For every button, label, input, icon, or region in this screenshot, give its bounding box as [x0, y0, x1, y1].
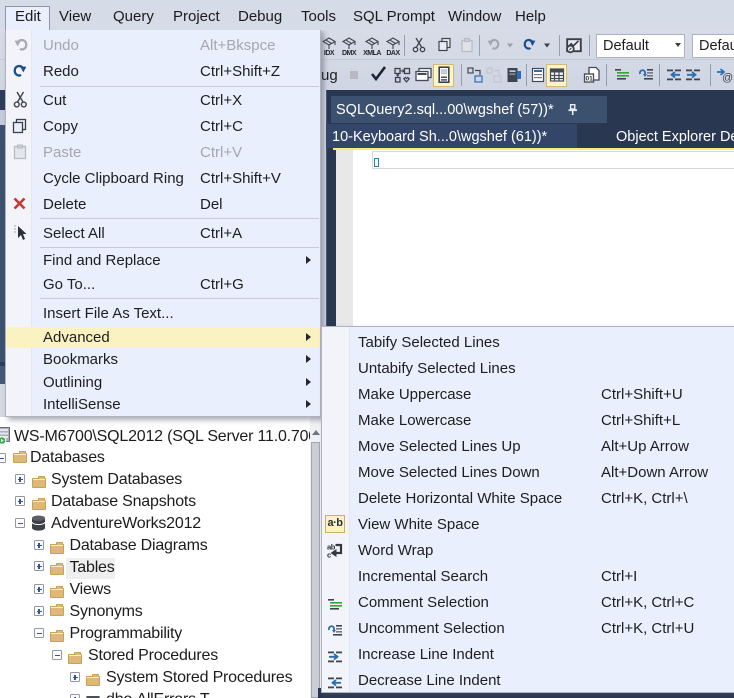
svg-text:XMLA: XMLA — [363, 50, 381, 57]
svg-text:IDX: IDX — [324, 50, 335, 57]
svg-text:01: 01 — [586, 76, 594, 83]
svg-text:DAX: DAX — [386, 50, 400, 57]
svg-text:c: c — [327, 551, 331, 559]
svg-text:@: @ — [722, 72, 733, 83]
svg-text:DMX: DMX — [342, 50, 357, 57]
